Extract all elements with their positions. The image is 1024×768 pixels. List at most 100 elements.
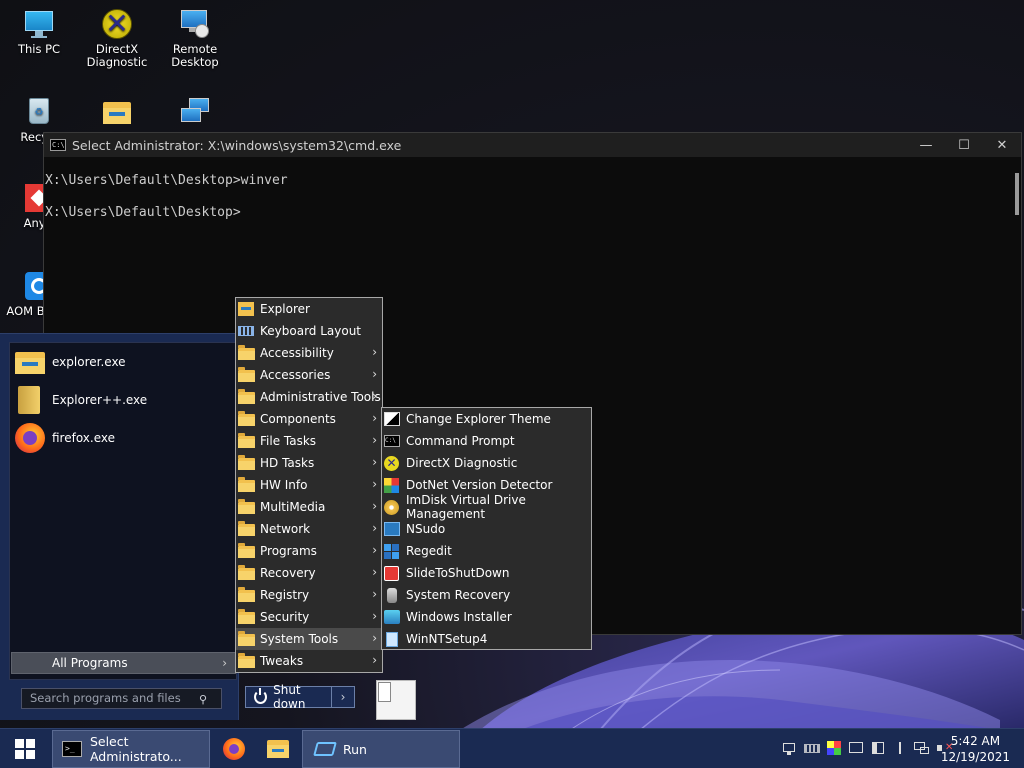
menu-item-label: Regedit (406, 544, 452, 558)
recycle-bin-icon: ♻ (23, 96, 55, 128)
menu-item-label: Recovery (260, 566, 316, 580)
system-tools-menu-item[interactable]: SlideToShutDown (382, 562, 591, 584)
programs-menu-item[interactable]: Programs › (236, 540, 382, 562)
programs-menu-item[interactable]: Recovery › (236, 562, 382, 584)
all-programs-button[interactable]: All Programs › (11, 652, 236, 674)
taskbar-item-firefox[interactable] (214, 730, 254, 768)
programs-menu-item[interactable]: Network › (236, 518, 382, 540)
system-tools-menu-item[interactable]: ImDisk Virtual Drive Management (382, 493, 591, 521)
clock[interactable]: 5:42 AM 12/19/2021 (941, 733, 1010, 765)
shutdown-options-button[interactable]: › (332, 687, 354, 707)
folder-icon (238, 521, 255, 537)
taskbar-item-run[interactable]: Run (302, 730, 460, 768)
programs-menu-item[interactable]: MultiMedia › (236, 496, 382, 518)
programs-menu-item[interactable]: Registry › (236, 584, 382, 606)
window-icon[interactable] (870, 740, 886, 756)
keyboard-icon (238, 323, 255, 339)
desktop-icon-directx[interactable]: ✕ DirectX Diagnostic (78, 8, 156, 69)
maximize-button[interactable]: ☐ (945, 133, 983, 157)
folder-icon (238, 653, 255, 669)
programs-menu-item[interactable]: HD Tasks › (236, 452, 382, 474)
menu-item-label: HW Info (260, 478, 308, 492)
menu-item-label: Accessibility (260, 346, 334, 360)
network-status-icon[interactable] (914, 740, 930, 756)
run-icon (313, 742, 337, 756)
folder-icon (238, 411, 255, 427)
menu-item-label: Administrative Tools (260, 390, 381, 404)
programs-menu-item[interactable]: Accessibility › (236, 342, 382, 364)
folder-icon (101, 96, 133, 128)
start-menu: explorer.exe Explorer++.exe firefox.exe … (0, 333, 239, 720)
programs-menu-item[interactable]: Keyboard Layout (236, 320, 382, 342)
system-tools-menu: Change Explorer Theme C:\ Command Prompt ✕ D… (381, 407, 592, 650)
display-icon[interactable] (848, 740, 864, 756)
system-tools-menu-item[interactable]: C:\ Command Prompt (382, 430, 591, 452)
system-tools-menu-item[interactable]: ✕ DirectX Diagnostic (382, 452, 591, 474)
start-item-explorer[interactable]: explorer.exe (10, 343, 236, 381)
cmd-window-title: Select Administrator: X:\windows\system3… (72, 137, 402, 153)
programs-menu-item[interactable]: Security › (236, 606, 382, 628)
menu-item-label: Security (260, 610, 310, 624)
chevron-right-icon: › (372, 433, 377, 447)
start-item-explorerpp[interactable]: Explorer++.exe (10, 381, 236, 419)
network-icon (179, 96, 211, 128)
close-button[interactable]: ✕ (983, 133, 1021, 157)
recovery-icon (384, 587, 401, 603)
desktop-icon-remote-desktop[interactable]: Remote Desktop (156, 8, 234, 69)
programs-menu-item[interactable]: Administrative Tools › (236, 386, 382, 408)
programs-menu-item[interactable]: Explorer (236, 298, 382, 320)
monitor-icon (23, 8, 55, 40)
system-tools-menu-item[interactable]: System Recovery (382, 584, 591, 606)
programs-menu-item[interactable]: Accessories › (236, 364, 382, 386)
menu-item-label: File Tasks (260, 434, 317, 448)
taskbar-item-explorer[interactable] (258, 730, 298, 768)
theme-icon (384, 411, 401, 427)
programs-menu-item[interactable]: Components › (236, 408, 382, 430)
start-menu-pinned-list: explorer.exe Explorer++.exe firefox.exe (9, 342, 237, 680)
info-icon[interactable] (892, 740, 908, 756)
shutdown-label: Shut down (273, 683, 306, 711)
system-tools-menu-item[interactable]: WinNTSetup4 (382, 628, 591, 650)
explorer-icon (238, 301, 255, 317)
system-tray: ✕ (782, 740, 953, 756)
programs-menu-item[interactable]: System Tools › (236, 628, 382, 650)
start-button[interactable] (0, 729, 50, 768)
menu-item-label: Registry (260, 588, 310, 602)
directx-icon: ✕ (384, 455, 401, 471)
programs-menu-item[interactable]: Tweaks › (236, 650, 382, 672)
system-tools-menu-item[interactable]: NSudo (382, 518, 591, 540)
network-icon[interactable] (782, 740, 798, 756)
menu-item-label: Components (260, 412, 336, 426)
chevron-right-icon: › (372, 587, 377, 601)
system-tools-menu-item[interactable]: Windows Installer (382, 606, 591, 628)
menu-item-label: Accessories (260, 368, 331, 382)
menu-item-label: Windows Installer (406, 610, 512, 624)
cmd-console[interactable]: X:\Users\Default\Desktop>winver X:\Users… (44, 157, 1021, 237)
keyboard-icon[interactable] (804, 740, 820, 756)
desktop-icon-this-pc[interactable]: This PC (0, 8, 78, 56)
programs-menu-item[interactable]: File Tasks › (236, 430, 382, 452)
cmd-titlebar[interactable]: C:\ Select Administrator: X:\windows\sys… (44, 133, 1021, 157)
chevron-right-icon: › (372, 477, 377, 491)
folder-icon (238, 631, 255, 647)
start-item-firefox[interactable]: firefox.exe (10, 419, 236, 457)
chevron-right-icon: › (372, 543, 377, 557)
minimize-button[interactable]: — (907, 133, 945, 157)
programs-menu: Explorer Keyboard Layout Accessibility › Acc… (235, 297, 383, 673)
system-tools-menu-item[interactable]: Regedit (382, 540, 591, 562)
programs-menu-item[interactable]: HW Info › (236, 474, 382, 496)
system-tools-menu-item[interactable]: Change Explorer Theme (382, 408, 591, 430)
taskbar-item-label: Run (343, 741, 367, 757)
taskbar-item-cmd[interactable]: >_ Select Administrato... (52, 730, 210, 768)
shutdown-button-group: Shut down › (245, 683, 355, 711)
chevron-right-icon: › (372, 653, 377, 667)
chevron-right-icon: › (372, 565, 377, 579)
menu-item-label: NSudo (406, 522, 446, 536)
cmd-icon: C:\ (50, 139, 66, 151)
shutdown-button[interactable]: Shut down (246, 683, 332, 711)
cmd-scrollbar-thumb[interactable] (1015, 173, 1019, 215)
menu-item-label: WinNTSetup4 (406, 632, 488, 646)
search-input[interactable]: Search programs and files ⚲ (21, 688, 222, 709)
directx-icon: ✕ (101, 8, 133, 40)
color-settings-icon[interactable] (826, 740, 842, 756)
